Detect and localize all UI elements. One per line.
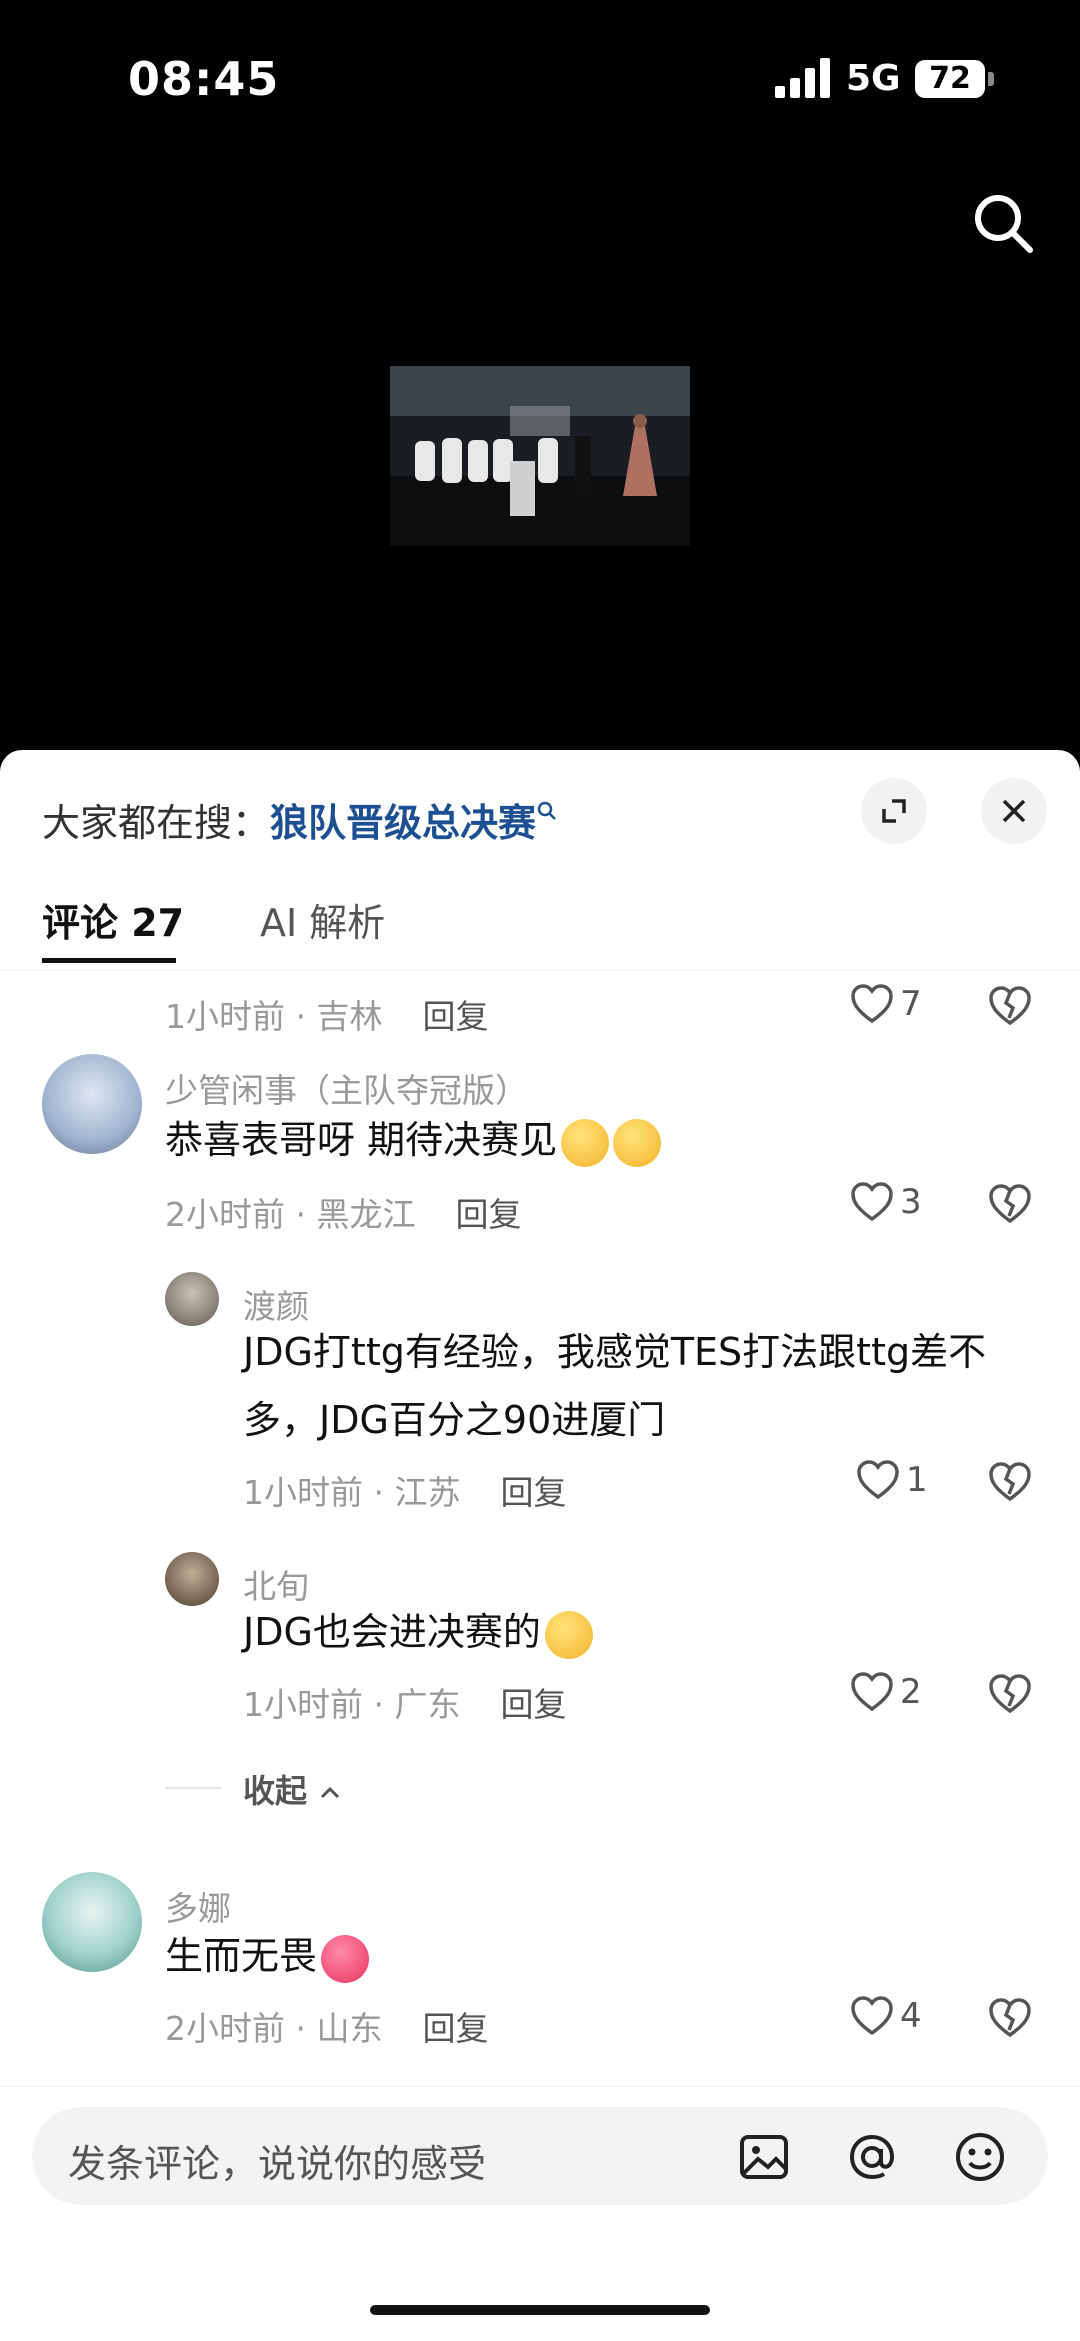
reply-button[interactable]: 回复	[455, 1195, 521, 1234]
chevron-up-icon	[321, 1786, 340, 1799]
avatar[interactable]	[165, 1272, 219, 1326]
reply-button[interactable]: 回复	[500, 1473, 566, 1512]
comment-time-location: 1小时前 · 江苏	[243, 1473, 461, 1512]
hot-search-bar[interactable]: 大家都在搜：狼队晋级总决赛	[42, 792, 558, 847]
comment-time-location: 1小时前 · 吉林	[165, 997, 383, 1036]
comment-text: JDG也会进决赛的	[243, 1598, 593, 1666]
search-icon[interactable]	[970, 190, 1040, 260]
emoji-icon[interactable]	[952, 2129, 1008, 2185]
collapse-line	[165, 1787, 221, 1789]
heart-icon	[851, 1672, 893, 1712]
dizzy-face-emoji	[561, 1118, 610, 1167]
comment-time-location: 1小时前 · 广东	[243, 1685, 461, 1724]
network-type: 5G	[846, 58, 901, 99]
avatar[interactable]	[42, 1054, 142, 1154]
collapse-replies-button[interactable]: 收起	[243, 1766, 342, 1812]
hugging-face-emoji	[544, 1610, 593, 1659]
heart-icon	[851, 1182, 893, 1222]
tab-underline	[42, 958, 176, 963]
like-button[interactable]: 4	[850, 1996, 922, 2036]
broken-heart-icon[interactable]	[988, 1184, 1032, 1228]
close-icon[interactable]	[981, 778, 1047, 844]
search-small-icon	[536, 800, 558, 828]
comment-list[interactable]: 1小时前 · 吉林 回复 7 少管闲事（主队夺冠版） 恭喜表哥呀 期待决赛见 2小…	[0, 972, 1080, 2070]
comment-meta: 2小时前 · 黑龙江 回复	[165, 1188, 521, 1236]
battery-icon: 72	[915, 60, 985, 98]
comment-text-content: 生而无畏	[165, 1934, 318, 1978]
tab-comments[interactable]: 评论 27	[42, 892, 184, 947]
like-count: 4	[900, 1996, 922, 2036]
comment-meta: 1小时前 · 吉林 回复	[165, 990, 488, 1038]
shushing-face-emoji	[613, 1118, 662, 1167]
like-count: 3	[900, 1182, 922, 1222]
comment-input[interactable]: 发条评论，说说你的感受	[32, 2107, 1048, 2205]
battery-tip	[988, 72, 994, 86]
broken-heart-icon[interactable]	[988, 1998, 1032, 2042]
like-button[interactable]: 1	[856, 1460, 928, 1500]
comment-input-bar: 发条评论，说说你的感受	[0, 2086, 1080, 2341]
at-icon[interactable]	[844, 2129, 900, 2185]
comment-time-location: 2小时前 · 黑龙江	[165, 1195, 416, 1234]
comment-meta: 1小时前 · 广东 回复	[243, 1678, 566, 1726]
comment-tabs: 评论 27 AI 解析	[0, 860, 1080, 971]
like-count: 1	[906, 1460, 928, 1500]
comment-text: JDG打ttg有经验，我感觉TES打法跟ttg差不多，JDG百分之90进厦门	[243, 1330, 987, 1442]
expand-icon[interactable]	[861, 778, 927, 844]
comment-meta: 2小时前 · 山东 回复	[165, 2002, 488, 2050]
like-button[interactable]: 3	[850, 1182, 922, 1222]
home-indicator[interactable]	[370, 2305, 710, 2315]
status-time: 08:45	[128, 52, 280, 106]
heart-icon	[851, 1996, 893, 2036]
comment-sheet: 大家都在搜：狼队晋级总决赛 评论 27 AI 解析 1小时前 · 吉林 回复 7 …	[0, 750, 1080, 2341]
heart-eyes-emoji	[321, 1934, 370, 1983]
avatar[interactable]	[42, 1872, 142, 1972]
comment-username[interactable]: 少管闲事（主队夺冠版）	[165, 1064, 528, 1112]
comment-text: 恭喜表哥呀 期待决赛见	[165, 1106, 662, 1174]
tab-ai-analysis[interactable]: AI 解析	[260, 892, 385, 947]
comment-text-content: 恭喜表哥呀 期待决赛见	[165, 1118, 558, 1162]
heart-icon	[851, 984, 893, 1024]
comment-time-location: 2小时前 · 山东	[165, 2009, 383, 2048]
status-bar: 08:45 5G 72	[0, 0, 1080, 160]
comment-text-content: JDG也会进决赛的	[243, 1610, 541, 1654]
like-button[interactable]: 2	[850, 1672, 922, 1712]
like-button[interactable]: 7	[850, 984, 922, 1024]
image-icon[interactable]	[736, 2129, 792, 2185]
signal-icon	[775, 58, 833, 98]
heart-icon	[857, 1460, 899, 1500]
broken-heart-icon[interactable]	[988, 1674, 1032, 1718]
comment-meta: 1小时前 · 江苏 回复	[243, 1466, 566, 1514]
comment-input-placeholder: 发条评论，说说你的感受	[68, 2142, 487, 2186]
reply-button[interactable]: 回复	[500, 1685, 566, 1724]
reply-button[interactable]: 回复	[422, 997, 488, 1036]
collapse-label: 收起	[243, 1772, 308, 1810]
hot-search-term[interactable]: 狼队晋级总决赛	[270, 801, 536, 845]
like-count: 2	[900, 1672, 922, 1712]
like-count: 7	[900, 984, 922, 1024]
video-thumbnail[interactable]	[390, 366, 690, 546]
hot-search-label: 大家都在搜：	[42, 801, 271, 845]
broken-heart-icon[interactable]	[988, 986, 1032, 1030]
avatar[interactable]	[165, 1552, 219, 1606]
comment-text: 生而无畏	[165, 1922, 370, 1990]
broken-heart-icon[interactable]	[988, 1462, 1032, 1506]
reply-button[interactable]: 回复	[422, 2009, 488, 2048]
